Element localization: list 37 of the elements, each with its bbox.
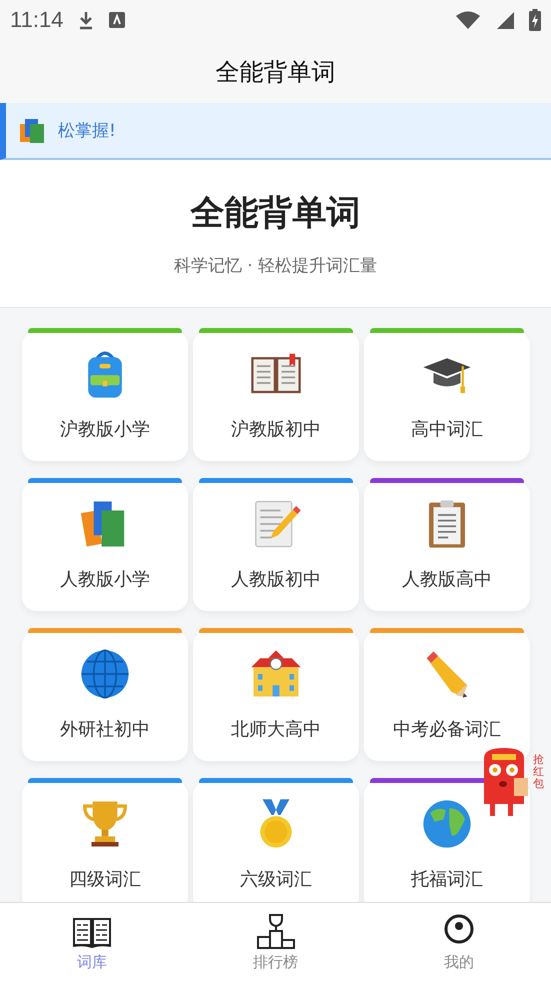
- hero-subtitle: 科学记忆 · 轻松提升词汇量: [174, 255, 378, 277]
- nav-tab[interactable]: 排行榜: [184, 903, 368, 981]
- category-label: 四级词汇: [69, 868, 141, 891]
- category-label: 高中词汇: [411, 418, 483, 441]
- books-icon: [18, 118, 46, 144]
- banner-text: 松掌握!: [58, 120, 116, 142]
- wifi-icon: [455, 10, 481, 30]
- category-card[interactable]: 托福词汇: [364, 781, 530, 902]
- app-title: 全能背单词: [216, 56, 336, 88]
- category-label: 托福词汇: [411, 868, 483, 891]
- category-label: 人教版初中: [231, 568, 321, 591]
- category-card[interactable]: 北师大高中: [193, 631, 359, 761]
- category-card[interactable]: 沪教版初中: [193, 331, 359, 461]
- category-card[interactable]: 高中词汇: [364, 331, 530, 461]
- battery-icon: [529, 9, 541, 31]
- category-label: 沪教版小学: [60, 418, 150, 441]
- category-label: 外研社初中: [60, 718, 150, 741]
- category-label: 中考必备词汇: [393, 718, 501, 741]
- category-label: 人教版小学: [60, 568, 150, 591]
- nav-tab[interactable]: 我的: [367, 903, 551, 981]
- category-card[interactable]: 外研社初中: [22, 631, 188, 761]
- mascot-caption: 抢红包: [533, 754, 544, 790]
- category-card[interactable]: 沪教版小学: [22, 331, 188, 461]
- category-card[interactable]: 人教版初中: [193, 481, 359, 611]
- podium-icon: [256, 912, 296, 948]
- hero-title: 全能背单词: [190, 192, 360, 235]
- category-label: 北师大高中: [231, 718, 321, 741]
- category-label: 人教版高中: [402, 568, 492, 591]
- category-card[interactable]: 中考必备词汇: [364, 631, 530, 761]
- category-card[interactable]: 四级词汇: [22, 781, 188, 902]
- category-card[interactable]: 人教版小学: [22, 481, 188, 611]
- category-label: 六级词汇: [240, 868, 312, 891]
- category-card[interactable]: 人教版高中: [364, 481, 530, 611]
- category-card[interactable]: 六级词汇: [193, 781, 359, 902]
- category-label: 沪教版初中: [231, 418, 321, 441]
- signal-icon: [495, 10, 515, 30]
- status-time: 11:14: [10, 7, 64, 33]
